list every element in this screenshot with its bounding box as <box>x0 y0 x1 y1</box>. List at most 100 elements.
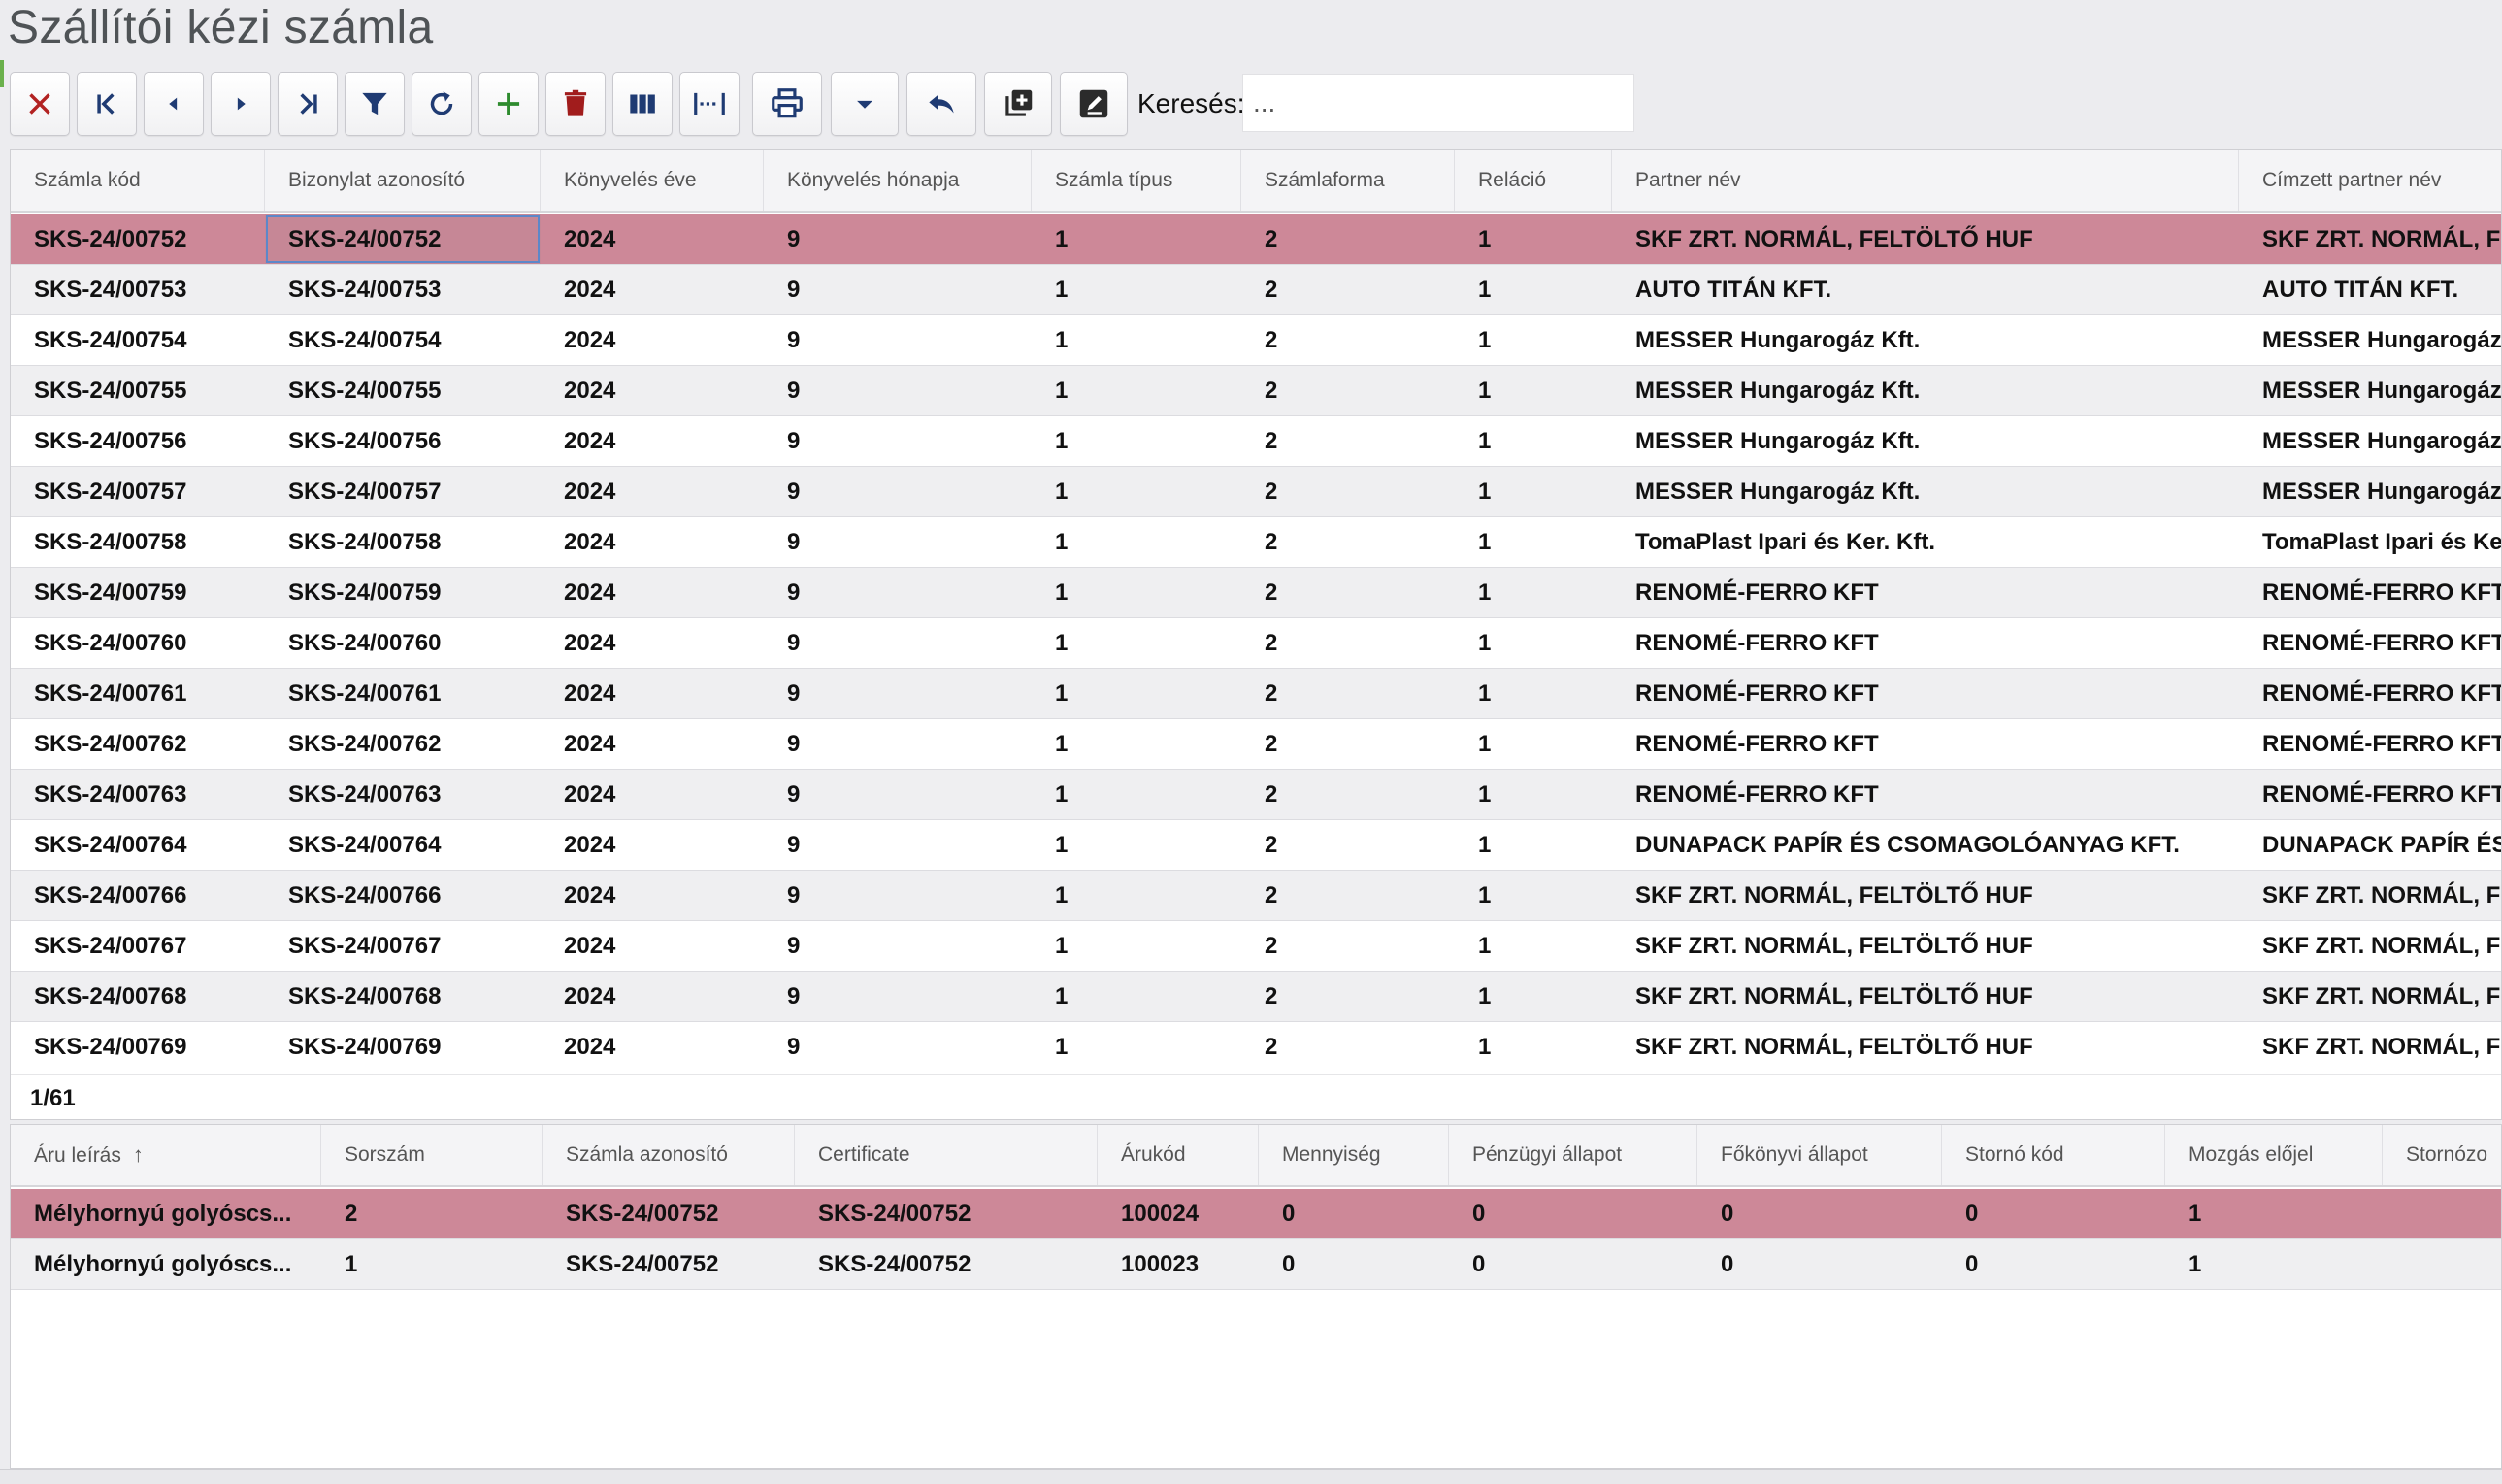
column-header-posting-year[interactable]: Könyvelés éve <box>541 150 764 211</box>
cell-invoice-form[interactable]: 2 <box>1241 416 1455 466</box>
cell-relation[interactable]: 1 <box>1455 517 1612 567</box>
cell-relation[interactable]: 1 <box>1455 416 1612 466</box>
cell-invoice-code[interactable]: SKS-24/00769 <box>11 1022 265 1072</box>
cell-recipient-partner-name[interactable]: SKF ZRT. NORMÁL, F <box>2239 871 2501 920</box>
cell-invoice-form[interactable]: 2 <box>1241 265 1455 314</box>
cell-invoice-code[interactable]: SKS-24/00766 <box>11 871 265 920</box>
cell-invoice-code[interactable]: SKS-24/00760 <box>11 618 265 668</box>
cell-ledger-status[interactable]: 0 <box>1697 1189 1942 1238</box>
cell-recipient-partner-name[interactable]: SKF ZRT. NORMÁL, F <box>2239 921 2501 971</box>
cell-invoice-type[interactable]: 1 <box>1032 770 1241 819</box>
cell-relation[interactable]: 1 <box>1455 820 1612 870</box>
fit-columns-button[interactable] <box>679 72 740 136</box>
table-row[interactable]: SKS-24/00766 SKS-24/00766 2024 9 1 2 1 SKF ZRT.… <box>11 871 2501 921</box>
table-row[interactable]: SKS-24/00760 SKS-24/00760 2024 9 1 2 1 RENOMÉ-F… <box>11 618 2501 669</box>
cell-document-id[interactable]: SKS-24/00760 <box>265 618 541 668</box>
cell-invoice-code[interactable]: SKS-24/00758 <box>11 517 265 567</box>
cell-posting-month[interactable]: 9 <box>764 265 1032 314</box>
table-row[interactable]: SKS-24/00762 SKS-24/00762 2024 9 1 2 1 RENOMÉ-F… <box>11 719 2501 770</box>
column-header-posting-month[interactable]: Könyvelés hónapja <box>764 150 1032 211</box>
cell-document-id[interactable]: SKS-24/00769 <box>265 1022 541 1072</box>
cell-item-code[interactable]: 100023 <box>1098 1239 1259 1289</box>
cell-posting-year[interactable]: 2024 <box>541 719 764 769</box>
cell-movement-sign[interactable]: 1 <box>2165 1189 2383 1238</box>
cell-partner-name[interactable]: DUNAPACK PAPÍR ÉS CSOMAGOLÓANYAG KFT. <box>1612 820 2239 870</box>
cell-invoice-form[interactable]: 2 <box>1241 871 1455 920</box>
cell-storno-code[interactable]: 0 <box>1942 1189 2165 1238</box>
next-record-button[interactable] <box>211 72 271 136</box>
cell-recipient-partner-name[interactable]: SKF ZRT. NORMÁL, F <box>2239 972 2501 1021</box>
column-header-ledger-status[interactable]: Főkönyvi állapot <box>1697 1125 1942 1185</box>
cell-ledger-status[interactable]: 0 <box>1697 1239 1942 1289</box>
cell-invoice-code[interactable]: SKS-24/00754 <box>11 315 265 365</box>
table-row[interactable]: SKS-24/00763 SKS-24/00763 2024 9 1 2 1 RENOMÉ-F… <box>11 770 2501 820</box>
cell-invoice-form[interactable]: 2 <box>1241 366 1455 415</box>
cell-posting-year[interactable]: 2024 <box>541 315 764 365</box>
cell-partner-name[interactable]: TomaPlast Ipari és Ker. Kft. <box>1612 517 2239 567</box>
column-header-invoice-form[interactable]: Számlaforma <box>1241 150 1455 211</box>
cell-financial-status[interactable]: 0 <box>1449 1239 1697 1289</box>
cell-partner-name[interactable]: AUTO TITÁN KFT. <box>1612 265 2239 314</box>
cell-invoice-form[interactable]: 2 <box>1241 315 1455 365</box>
search-input[interactable] <box>1242 74 1634 132</box>
refresh-button[interactable] <box>412 72 472 136</box>
cell-recipient-partner-name[interactable]: TomaPlast Ipari és Ke <box>2239 517 2501 567</box>
table-row[interactable]: SKS-24/00759 SKS-24/00759 2024 9 1 2 1 RENOMÉ-F… <box>11 568 2501 618</box>
cell-document-id[interactable]: SKS-24/00753 <box>265 265 541 314</box>
cell-invoice-type[interactable]: 1 <box>1032 517 1241 567</box>
cell-invoice-code[interactable]: SKS-24/00767 <box>11 921 265 971</box>
cell-relation[interactable]: 1 <box>1455 921 1612 971</box>
cell-invoice-code[interactable]: SKS-24/00764 <box>11 820 265 870</box>
cell-recipient-partner-name[interactable]: SKF ZRT. NORMÁL, F <box>2239 1022 2501 1072</box>
cell-partner-name[interactable]: SKF ZRT. NORMÁL, FELTÖLTŐ HUF <box>1612 871 2239 920</box>
cell-posting-month[interactable]: 9 <box>764 669 1032 718</box>
cell-posting-month[interactable]: 9 <box>764 871 1032 920</box>
cell-recipient-partner-name[interactable]: MESSER Hungarogáz <box>2239 467 2501 516</box>
cell-item-description[interactable]: Mélyhornyú golyóscs... <box>11 1189 321 1238</box>
cell-posting-month[interactable]: 9 <box>764 517 1032 567</box>
table-row[interactable]: SKS-24/00755 SKS-24/00755 2024 9 1 2 1 MESSER H… <box>11 366 2501 416</box>
delete-button[interactable] <box>545 72 606 136</box>
cell-relation[interactable]: 1 <box>1455 214 1612 264</box>
cell-posting-year[interactable]: 2024 <box>541 265 764 314</box>
cell-posting-year[interactable]: 2024 <box>541 214 764 264</box>
cell-invoice-form[interactable]: 2 <box>1241 1022 1455 1072</box>
cell-invoice-form[interactable]: 2 <box>1241 770 1455 819</box>
cell-sequence-number[interactable]: 1 <box>321 1239 543 1289</box>
table-row[interactable]: SKS-24/00752 SKS-24/00752 2024 9 1 2 1 SKF ZRT.… <box>11 214 2501 265</box>
cell-certificate[interactable]: SKS-24/00752 <box>795 1239 1098 1289</box>
cell-document-id[interactable]: SKS-24/00768 <box>265 972 541 1021</box>
cell-relation[interactable]: 1 <box>1455 1022 1612 1072</box>
table-row[interactable]: Mélyhornyú golyóscs... 2 SKS-24/00752 SKS-2… <box>11 1189 2501 1239</box>
cell-item-description[interactable]: Mélyhornyú golyóscs... <box>11 1239 321 1289</box>
first-record-button[interactable] <box>77 72 137 136</box>
cell-partner-name[interactable]: RENOMÉ-FERRO KFT <box>1612 568 2239 617</box>
cell-sequence-number[interactable]: 2 <box>321 1189 543 1238</box>
cell-partner-name[interactable]: MESSER Hungarogáz Kft. <box>1612 416 2239 466</box>
cell-relation[interactable]: 1 <box>1455 972 1612 1021</box>
cell-posting-year[interactable]: 2024 <box>541 467 764 516</box>
cell-posting-month[interactable]: 9 <box>764 1022 1032 1072</box>
cell-invoice-type[interactable]: 1 <box>1032 214 1241 264</box>
cell-recipient-partner-name[interactable]: RENOMÉ-FERRO KFT <box>2239 719 2501 769</box>
cell-partner-name[interactable]: SKF ZRT. NORMÁL, FELTÖLTŐ HUF <box>1612 921 2239 971</box>
cell-document-id[interactable]: SKS-24/00759 <box>265 568 541 617</box>
cell-invoice-id[interactable]: SKS-24/00752 <box>543 1239 795 1289</box>
cell-document-id[interactable]: SKS-24/00756 <box>265 416 541 466</box>
cell-relation[interactable]: 1 <box>1455 568 1612 617</box>
cell-invoice-form[interactable]: 2 <box>1241 618 1455 668</box>
cell-document-id[interactable]: SKS-24/00763 <box>265 770 541 819</box>
cell-relation[interactable]: 1 <box>1455 618 1612 668</box>
cell-invoice-code[interactable]: SKS-24/00757 <box>11 467 265 516</box>
table-row[interactable]: SKS-24/00758 SKS-24/00758 2024 9 1 2 1 TomaPlas… <box>11 517 2501 568</box>
column-header-certificate[interactable]: Certificate <box>795 1125 1098 1185</box>
cell-invoice-type[interactable]: 1 <box>1032 618 1241 668</box>
column-header-document-id[interactable]: Bizonylat azonosító <box>265 150 541 211</box>
cell-relation[interactable]: 1 <box>1455 719 1612 769</box>
filter-button[interactable] <box>345 72 405 136</box>
cell-posting-year[interactable]: 2024 <box>541 366 764 415</box>
cell-document-id[interactable]: SKS-24/00764 <box>265 820 541 870</box>
cell-invoice-form[interactable]: 2 <box>1241 214 1455 264</box>
column-header-invoice-type[interactable]: Számla típus <box>1032 150 1241 211</box>
cell-invoice-code[interactable]: SKS-24/00768 <box>11 972 265 1021</box>
